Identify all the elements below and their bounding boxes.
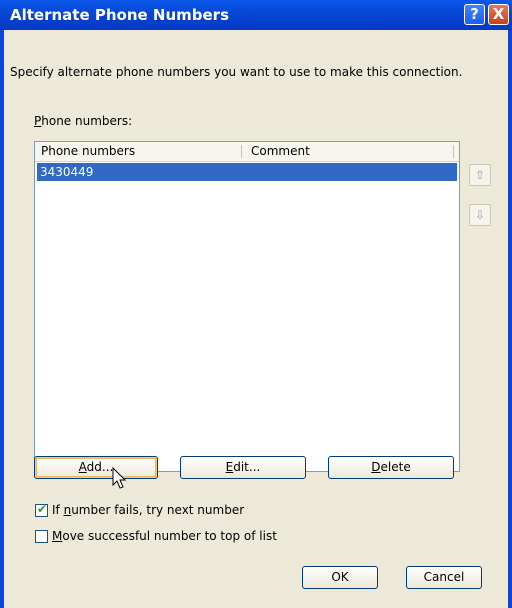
try-next-checkbox[interactable]: ✔ [35, 502, 48, 517]
title-bar[interactable]: Alternate Phone Numbers ? X [0, 0, 512, 30]
close-button[interactable]: X [488, 4, 509, 25]
phone-numbers-label: Phone numbers: [34, 114, 133, 128]
dialog-body: Specify alternate phone numbers you want… [4, 30, 508, 608]
move-top-checkbox[interactable] [35, 530, 48, 543]
dialog-window: Alternate Phone Numbers ? X Specify alte… [0, 0, 512, 608]
phone-numbers-list[interactable]: Phone numbers Comment 3430449 [34, 141, 460, 472]
dialog-title: Alternate Phone Numbers [10, 6, 230, 24]
check-icon: ✔ [37, 502, 48, 516]
column-separator [453, 145, 454, 158]
try-next-label[interactable]: If number fails, try next number [52, 503, 244, 517]
arrow-down-icon: ⇩ [474, 208, 486, 222]
column-header-phone-numbers[interactable]: Phone numbers [35, 142, 245, 160]
help-button[interactable]: ? [464, 4, 485, 25]
delete-button[interactable]: Delete [328, 456, 454, 479]
list-header: Phone numbers Comment [35, 142, 459, 162]
column-header-comment[interactable]: Comment [245, 142, 451, 160]
move-top-label[interactable]: Move successful number to top of list [52, 529, 277, 543]
description-text: Specify alternate phone numbers you want… [10, 65, 463, 79]
edit-button[interactable]: Edit... [180, 456, 306, 479]
table-row[interactable]: 3430449 [37, 163, 457, 181]
arrow-up-icon: ⇧ [474, 168, 486, 182]
move-up-button[interactable]: ⇧ [469, 164, 491, 186]
cancel-button[interactable]: Cancel [406, 566, 482, 589]
add-button[interactable]: Add... [34, 456, 158, 479]
move-down-button[interactable]: ⇩ [469, 204, 491, 226]
column-separator [241, 145, 242, 158]
ok-button[interactable]: OK [302, 566, 378, 589]
mouse-cursor-icon [112, 467, 127, 489]
